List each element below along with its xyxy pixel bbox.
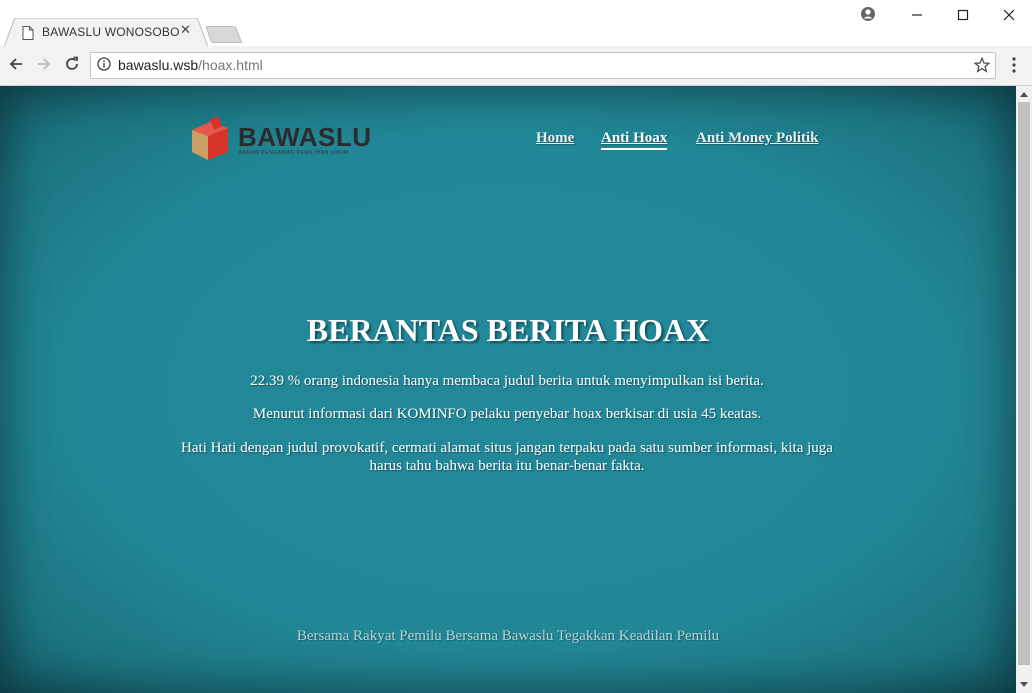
back-icon (9, 58, 22, 70)
scroll-up-button[interactable] (1016, 86, 1032, 102)
window-close-button[interactable] (986, 4, 1032, 26)
reload-icon (66, 56, 78, 70)
paragraph-warning: Hati Hati dengan judul provokatif, cerma… (181, 440, 833, 474)
back-button[interactable] (6, 54, 26, 74)
page-title: BERANTAS BERITA HOAX (306, 312, 710, 348)
scroll-thumb[interactable] (1018, 102, 1030, 665)
url-path: /hoax.html (198, 57, 263, 73)
account-icon[interactable] (860, 6, 876, 22)
scroll-down-button[interactable] (1016, 677, 1032, 693)
maximize-button[interactable] (940, 4, 986, 26)
url-text[interactable]: bawaslu.wsb/hoax.html (118, 57, 263, 73)
minimize-icon (912, 14, 922, 16)
new-tab-button[interactable] (206, 26, 242, 43)
tab-title: BAWASLU WONOSOBO (42, 25, 180, 39)
info-icon[interactable] (97, 57, 111, 71)
forward-icon (38, 58, 51, 70)
tab-close-icon[interactable]: ✕ (180, 23, 191, 38)
page-background: BAWASLU BADAN PENGAWAS PEMILIHAN UMUM Ho… (0, 86, 1016, 693)
maximize-icon (957, 9, 969, 21)
reload-button[interactable] (62, 54, 82, 74)
scroll-down-icon (1020, 682, 1028, 687)
nav-home[interactable]: Home (536, 130, 574, 147)
logo-text: BAWASLU (238, 122, 372, 152)
footer-tagline: Bersama Rakyat Pemilu Bersama Bawaslu Te… (296, 628, 720, 644)
nav-anti-hoax[interactable]: Anti Hoax (601, 130, 668, 150)
page-icon (22, 26, 34, 40)
close-icon (1003, 9, 1015, 21)
menu-icon[interactable] (1008, 56, 1020, 74)
bawaslu-logo[interactable]: BAWASLU BADAN PENGAWAS PEMILIHAN UMUM (188, 116, 371, 162)
paragraph-statistic: 22.39 % orang indonesia hanya membaca ju… (250, 373, 764, 389)
scroll-up-icon (1020, 92, 1028, 97)
page-viewport: BAWASLU BADAN PENGAWAS PEMILIHAN UMUM Ho… (0, 86, 1016, 693)
logo-subtext: BADAN PENGAWAS PEMILIHAN UMUM (239, 150, 349, 156)
ballot-box-logo-icon (192, 116, 228, 160)
paragraph-kominfo: Menurut informasi dari KOMINFO pelaku pe… (252, 406, 762, 422)
minimize-button[interactable] (894, 4, 940, 26)
url-host: bawaslu.wsb (118, 57, 199, 73)
nav-anti-money-politik[interactable]: Anti Money Politik (696, 130, 819, 147)
star-icon[interactable] (974, 57, 990, 73)
forward-button[interactable] (34, 54, 54, 74)
